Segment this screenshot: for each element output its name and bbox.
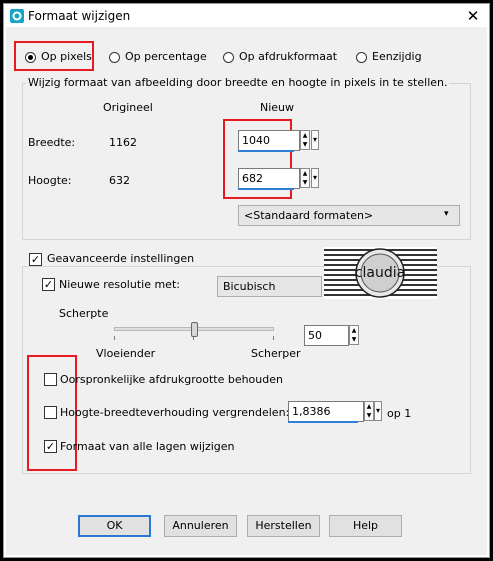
height-value: 682 bbox=[242, 172, 263, 185]
preset-sizes-select[interactable]: <Standaard formaten> ▾ bbox=[238, 205, 460, 226]
ratio-field[interactable]: 1,8386 bbox=[288, 401, 364, 422]
cancel-button[interactable]: Annuleren bbox=[164, 515, 237, 537]
slider-right-label: Scherper bbox=[251, 347, 301, 360]
title-bar: Formaat wijzigen ✕ bbox=[6, 6, 487, 27]
sharpness-slider-thumb[interactable] bbox=[190, 322, 198, 337]
resize-dialog: Formaat wijzigen ✕ Op pixels Op percenta… bbox=[6, 6, 487, 555]
chevron-down-icon: ▾ bbox=[444, 209, 449, 219]
resample-method-select[interactable]: Bicubisch bbox=[217, 276, 322, 297]
radio-op-pixels-label: Op pixels bbox=[41, 50, 92, 63]
preview-stripes: claudia bbox=[324, 248, 437, 298]
window-title: Formaat wijzigen bbox=[28, 9, 131, 23]
close-icon[interactable]: ✕ bbox=[462, 7, 484, 25]
sharpness-label: Scherpte bbox=[59, 307, 109, 320]
keep-print-size-label: Oorspronkelijke afdrukgrootte behouden bbox=[60, 373, 283, 386]
ratio-value: 1,8386 bbox=[292, 405, 331, 418]
width-value: 1040 bbox=[242, 134, 270, 147]
width-label: Breedte: bbox=[28, 136, 76, 149]
advanced-label-wrap: Geavanceerde instellingen bbox=[45, 252, 197, 265]
width-underline bbox=[238, 150, 294, 152]
ratio-dropdown[interactable]: ▾ bbox=[374, 401, 382, 421]
height-underline bbox=[238, 188, 294, 190]
resample-method-value: Bicubisch bbox=[223, 280, 276, 293]
height-spinner[interactable]: ▲ ▼ bbox=[300, 168, 310, 188]
reset-button[interactable]: Herstellen bbox=[247, 515, 320, 537]
psp-app-icon bbox=[10, 9, 24, 23]
chevron-down-icon: ▾ bbox=[312, 173, 317, 182]
pixel-group-caption-wrap: Wijzig formaat van afbeelding door breed… bbox=[26, 76, 450, 89]
ok-button[interactable]: OK bbox=[78, 515, 151, 537]
height-original: 632 bbox=[109, 174, 130, 187]
new-column-header: Nieuw bbox=[260, 101, 295, 114]
height-label: Hoogte: bbox=[28, 174, 72, 187]
radio-op-percentage-label: Op percentage bbox=[125, 50, 207, 63]
radio-op-pixels[interactable] bbox=[25, 52, 36, 63]
original-column-header: Origineel bbox=[103, 101, 153, 114]
all-layers-label: Formaat van alle lagen wijzigen bbox=[60, 440, 235, 453]
sharpness-spinner[interactable]: ▲ ▼ bbox=[349, 325, 359, 345]
chevron-down-icon: ▾ bbox=[375, 406, 380, 415]
sharpness-field[interactable]: 50 bbox=[304, 325, 349, 346]
width-spinner[interactable]: ▲ ▼ bbox=[300, 130, 310, 150]
ratio-suffix: op 1 bbox=[387, 407, 412, 420]
chevron-down-icon: ▾ bbox=[312, 135, 317, 144]
radio-op-afdrukformaat[interactable] bbox=[223, 52, 234, 63]
all-layers-checkbox[interactable]: ✓ bbox=[44, 440, 57, 453]
lock-ratio-checkbox[interactable] bbox=[44, 406, 57, 419]
help-button[interactable]: Help bbox=[329, 515, 402, 537]
width-dropdown[interactable]: ▾ bbox=[311, 130, 319, 150]
radio-op-percentage[interactable] bbox=[109, 52, 120, 63]
advanced-settings-label: Geavanceerde instellingen bbox=[47, 252, 195, 265]
preset-sizes-value: <Standaard formaten> bbox=[244, 209, 374, 222]
resample-checkbox[interactable]: ✓ bbox=[42, 278, 55, 291]
radio-op-afdrukformaat-label: Op afdrukformaat bbox=[239, 50, 338, 63]
width-field[interactable]: 1040 bbox=[238, 130, 300, 151]
sharpness-value: 50 bbox=[308, 329, 322, 342]
height-dropdown[interactable]: ▾ bbox=[311, 168, 319, 188]
slider-left-label: Vloeiender bbox=[96, 347, 156, 360]
lock-ratio-label: Hoogte-breedteverhouding vergrendelen: bbox=[60, 406, 290, 419]
ratio-underline bbox=[288, 421, 358, 423]
radio-eenzijdig[interactable] bbox=[356, 52, 367, 63]
preview-image: claudia bbox=[324, 247, 437, 299]
resample-label: Nieuwe resolutie met: bbox=[59, 278, 180, 291]
pixel-group-caption: Wijzig formaat van afbeelding door breed… bbox=[28, 76, 448, 89]
radio-eenzijdig-label: Eenzijdig bbox=[372, 50, 422, 63]
height-field[interactable]: 682 bbox=[238, 168, 300, 189]
ratio-spinner[interactable]: ▲ ▼ bbox=[364, 401, 374, 421]
preview-logo-text: claudia bbox=[355, 265, 405, 281]
keep-print-size-checkbox[interactable] bbox=[44, 373, 57, 386]
advanced-settings-checkbox[interactable]: ✓ bbox=[29, 253, 42, 266]
width-original: 1162 bbox=[109, 136, 137, 149]
